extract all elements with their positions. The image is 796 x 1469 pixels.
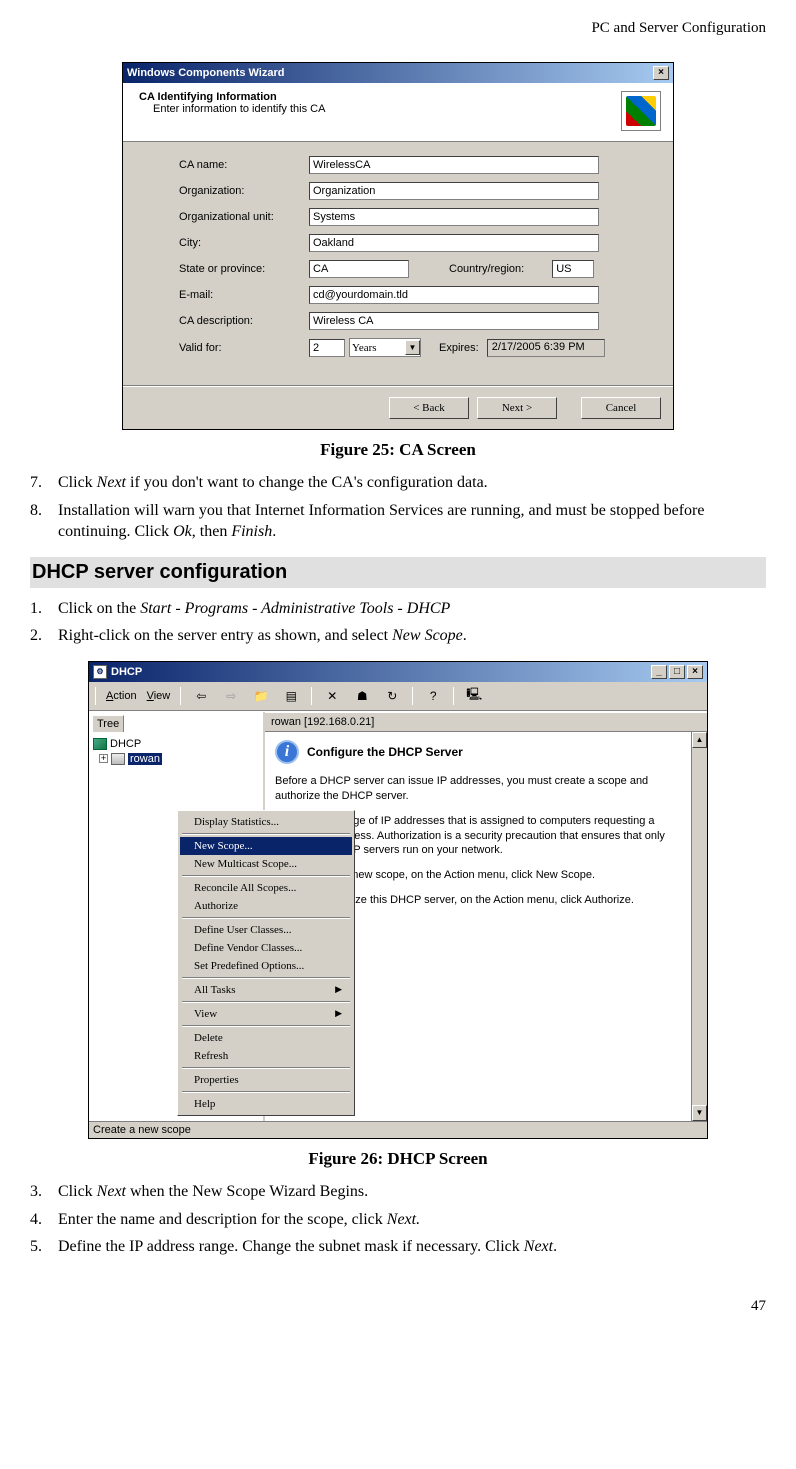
info-icon: i bbox=[275, 740, 299, 764]
toolbar: Action View ⇦ ⇨ 📁 ▤ ✕ ☗ ↻ ? 🖳 bbox=[89, 682, 707, 711]
figure25-caption: Figure 25: CA Screen bbox=[30, 440, 766, 460]
ca-name-label: CA name: bbox=[179, 159, 309, 171]
config-title: Configure the DHCP Server bbox=[307, 744, 463, 760]
dhcp-app-icon: ⚙ bbox=[93, 665, 107, 679]
menu-action[interactable]: Action bbox=[106, 690, 137, 702]
valid-unit-value: Years bbox=[352, 342, 377, 354]
minimize-icon[interactable]: _ bbox=[651, 665, 667, 679]
valid-unit-select[interactable]: Years ▼ bbox=[349, 338, 421, 357]
status-bar: Create a new scope bbox=[89, 1121, 707, 1138]
show-list-icon[interactable]: ▤ bbox=[281, 686, 301, 706]
window-titlebar: ⚙ DHCP _ □ × bbox=[89, 662, 707, 682]
scrollbar[interactable]: ▲ ▼ bbox=[691, 732, 707, 1121]
valid-for-label: Valid for: bbox=[179, 342, 309, 354]
ca-wizard-dialog: Windows Components Wizard × CA Identifyi… bbox=[122, 62, 674, 430]
help-icon[interactable]: ? bbox=[423, 686, 443, 706]
menu-view[interactable]: View bbox=[147, 690, 171, 702]
close-icon[interactable]: × bbox=[653, 66, 669, 80]
organization-label: Organization: bbox=[179, 185, 309, 197]
up-folder-icon[interactable]: 📁 bbox=[251, 686, 271, 706]
wizard-header-title: CA Identifying Information bbox=[139, 91, 621, 103]
dhcp-para1: Before a DHCP server can issue IP addres… bbox=[275, 774, 681, 804]
cm-all-tasks[interactable]: All Tasks▶ bbox=[180, 981, 352, 999]
org-unit-input[interactable] bbox=[309, 208, 599, 226]
dhcp-step-3: Click Next when the New Scope Wizard Beg… bbox=[58, 1181, 766, 1203]
chevron-down-icon: ▼ bbox=[405, 340, 420, 355]
dhcp-root-icon bbox=[93, 738, 107, 750]
window-titlebar: Windows Components Wizard × bbox=[123, 63, 673, 83]
cm-set-predef[interactable]: Set Predefined Options... bbox=[180, 957, 352, 975]
organization-input[interactable] bbox=[309, 182, 599, 200]
ca-desc-input[interactable] bbox=[309, 312, 599, 330]
dhcp-step-4: Enter the name and description for the s… bbox=[58, 1209, 766, 1231]
next-button[interactable]: Next > bbox=[477, 397, 557, 419]
expand-icon[interactable]: + bbox=[99, 754, 108, 763]
wizard-header: CA Identifying Information Enter informa… bbox=[123, 83, 673, 142]
dhcp-para3: To add a new scope, on the Action menu, … bbox=[307, 868, 681, 883]
dhcp-para4: To authorize this DHCP server, on the Ac… bbox=[307, 893, 681, 908]
context-menu: Display Statistics... New Scope... New M… bbox=[177, 810, 355, 1116]
tree-server[interactable]: + rowan bbox=[99, 753, 259, 765]
maximize-icon[interactable]: □ bbox=[669, 665, 685, 679]
submenu-arrow-icon: ▶ bbox=[335, 984, 342, 995]
step-8: Installation will warn you that Internet… bbox=[58, 500, 766, 543]
cm-delete[interactable]: Delete bbox=[180, 1029, 352, 1047]
windows-flag-icon bbox=[621, 91, 661, 131]
expires-value: 2/17/2005 6:39 PM bbox=[487, 339, 605, 357]
cm-new-scope[interactable]: New Scope... bbox=[180, 837, 352, 855]
window-title: DHCP bbox=[111, 666, 142, 678]
tree-server-label: rowan bbox=[128, 753, 162, 765]
back-button[interactable]: < Back bbox=[389, 397, 469, 419]
page-header: PC and Server Configuration bbox=[30, 20, 766, 37]
email-input[interactable] bbox=[309, 286, 599, 304]
country-input[interactable] bbox=[552, 260, 594, 278]
cm-properties[interactable]: Properties bbox=[180, 1071, 352, 1089]
cm-view[interactable]: View▶ bbox=[180, 1005, 352, 1023]
section-heading-dhcp: DHCP server configuration bbox=[30, 557, 766, 588]
org-unit-label: Organizational unit: bbox=[179, 211, 309, 223]
cm-help[interactable]: Help bbox=[180, 1095, 352, 1113]
console-icon[interactable]: 🖳 bbox=[464, 686, 484, 706]
dhcp-step-1: Click on the Start - Programs - Administ… bbox=[58, 598, 766, 620]
server-icon bbox=[111, 753, 125, 765]
city-input[interactable] bbox=[309, 234, 599, 252]
cm-def-user[interactable]: Define User Classes... bbox=[180, 921, 352, 939]
back-arrow-icon[interactable]: ⇦ bbox=[191, 686, 211, 706]
dhcp-step-2: Right-click on the server entry as shown… bbox=[58, 625, 766, 647]
country-label: Country/region: bbox=[449, 263, 524, 275]
cm-new-multicast[interactable]: New Multicast Scope... bbox=[180, 855, 352, 873]
dhcp-step-5: Define the IP address range. Change the … bbox=[58, 1236, 766, 1258]
expires-label: Expires: bbox=[439, 342, 479, 354]
wizard-header-subtitle: Enter information to identify this CA bbox=[153, 103, 621, 115]
ca-desc-label: CA description: bbox=[179, 315, 309, 327]
tree-root[interactable]: DHCP bbox=[93, 738, 259, 750]
close-icon[interactable]: × bbox=[687, 665, 703, 679]
dhcp-window: ⚙ DHCP _ □ × Action View ⇦ ⇨ 📁 ▤ ✕ ☗ ↻ ?… bbox=[88, 661, 708, 1139]
city-label: City: bbox=[179, 237, 309, 249]
cancel-button[interactable]: Cancel bbox=[581, 397, 661, 419]
refresh-icon[interactable]: ↻ bbox=[382, 686, 402, 706]
cm-def-vendor[interactable]: Define Vendor Classes... bbox=[180, 939, 352, 957]
valid-num-input[interactable] bbox=[309, 339, 345, 357]
delete-icon[interactable]: ✕ bbox=[322, 686, 342, 706]
page-number: 47 bbox=[30, 1298, 766, 1315]
scroll-up-icon[interactable]: ▲ bbox=[692, 732, 707, 748]
cm-display-stats[interactable]: Display Statistics... bbox=[180, 813, 352, 831]
tree-tab[interactable]: Tree bbox=[92, 715, 124, 732]
state-input[interactable] bbox=[309, 260, 409, 278]
right-pane-header: rowan [192.168.0.21] bbox=[265, 712, 707, 732]
cm-authorize[interactable]: Authorize bbox=[180, 897, 352, 915]
cm-reconcile[interactable]: Reconcile All Scopes... bbox=[180, 879, 352, 897]
scroll-down-icon[interactable]: ▼ bbox=[692, 1105, 707, 1121]
submenu-arrow-icon: ▶ bbox=[335, 1008, 342, 1019]
forward-arrow-icon[interactable]: ⇨ bbox=[221, 686, 241, 706]
figure26-caption: Figure 26: DHCP Screen bbox=[30, 1149, 766, 1169]
state-label: State or province: bbox=[179, 263, 309, 275]
email-label: E-mail: bbox=[179, 289, 309, 301]
window-title: Windows Components Wizard bbox=[127, 67, 284, 79]
ca-name-input[interactable] bbox=[309, 156, 599, 174]
step-7: Click Next if you don't want to change t… bbox=[58, 472, 766, 494]
properties-icon[interactable]: ☗ bbox=[352, 686, 372, 706]
cm-refresh[interactable]: Refresh bbox=[180, 1047, 352, 1065]
